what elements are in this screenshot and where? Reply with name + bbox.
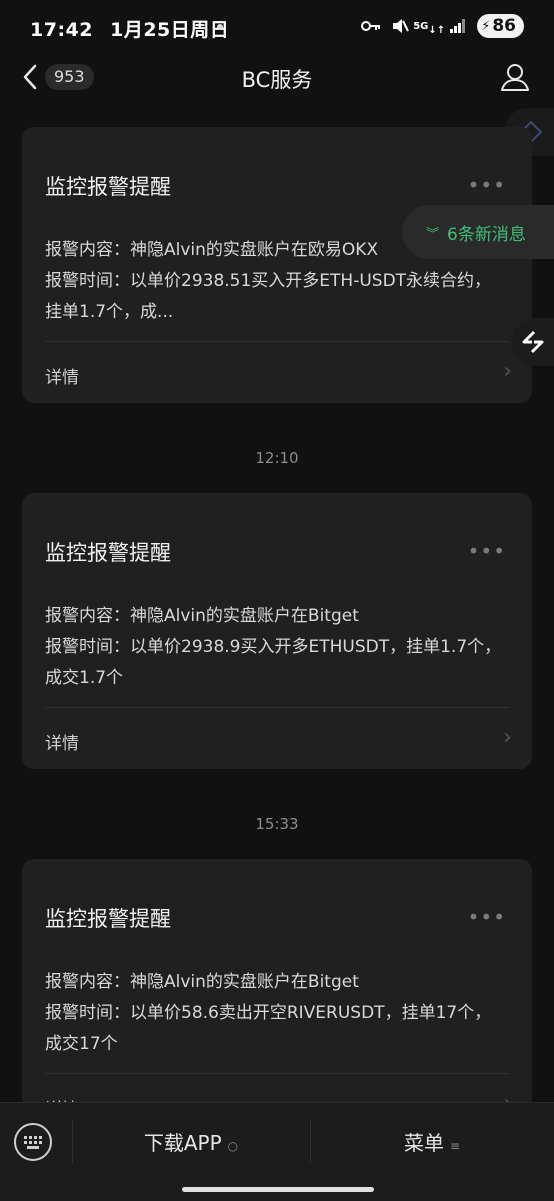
signal-icon xyxy=(448,17,468,35)
message-card[interactable]: 监控报警提醒 ••• 报警内容：神隐Alvin的实盘账户在欧易OKX 报警时间：… xyxy=(22,127,532,403)
list-icon: ≡ xyxy=(449,1139,461,1153)
message-card[interactable]: 监控报警提醒 ••• 报警内容：神隐Alvin的实盘账户在Bitget 报警时间… xyxy=(22,493,532,769)
profile-button[interactable] xyxy=(500,62,530,92)
card-title: 监控报警提醒 xyxy=(45,541,171,565)
alert-content: 报警内容：神隐Alvin的实盘账户在Bitget xyxy=(45,972,359,992)
chevron-right-icon: › xyxy=(503,725,512,750)
new-messages-label: 6条新消息 xyxy=(447,224,526,245)
divider xyxy=(45,341,509,342)
network-label: 5G xyxy=(413,20,429,32)
side-floating-button[interactable] xyxy=(512,318,554,366)
more-icon[interactable]: ••• xyxy=(468,539,506,563)
status-bar: 17:42 1月25日周日 5G ↓↑ ⚡ 86 xyxy=(0,0,554,56)
battery-indicator: ⚡ 86 xyxy=(477,14,524,38)
menu-main-label: 菜单 xyxy=(403,1131,444,1155)
swap-arrows-icon xyxy=(522,330,544,354)
timestamp: 15:33 xyxy=(255,815,299,833)
charging-bolt-icon: ⚡ xyxy=(481,18,491,34)
menu-download-app[interactable]: 下载APP ○ xyxy=(72,1127,310,1156)
notification-dot-icon xyxy=(217,24,223,30)
menu-main[interactable]: 菜单 ≡ xyxy=(310,1127,554,1156)
card-title: 监控报警提醒 xyxy=(45,175,171,199)
details-link[interactable]: 详情 xyxy=(45,363,79,388)
timestamp: 12:10 xyxy=(255,449,299,467)
nav-bar: 953 BC服务 xyxy=(0,56,554,102)
card-body: 报警内容：神隐Alvin的实盘账户在Bitget 报警时间：以单价58.6卖出开… xyxy=(45,967,505,1060)
divider xyxy=(45,1073,509,1074)
bottom-menu-bar: 下载APP ○ 菜单 ≡ xyxy=(0,1102,554,1201)
key-icon xyxy=(361,17,381,35)
system-icons: 5G ↓↑ ⚡ 86 xyxy=(361,14,524,38)
new-messages-button[interactable]: ︾ 6条新消息 xyxy=(402,205,554,259)
alert-content: 报警内容：神隐Alvin的实盘账户在Bitget xyxy=(45,606,359,626)
divider xyxy=(45,707,509,708)
home-indicator[interactable] xyxy=(182,1187,374,1192)
chat-bubble-icon: ○ xyxy=(227,1139,239,1153)
keyboard-toggle-button[interactable] xyxy=(14,1123,52,1161)
keyboard-icon[interactable] xyxy=(16,1125,50,1159)
chevron-right-icon: › xyxy=(503,359,512,384)
alert-time: 报警时间：以单价2938.51买入开多ETH-USDT永续合约，挂单1.7个，成… xyxy=(45,271,492,322)
person-icon[interactable] xyxy=(500,62,530,92)
mute-icon xyxy=(390,17,410,35)
network-5g-icon: 5G ↓↑ xyxy=(413,20,446,36)
menu-download-app-label: 下载APP xyxy=(143,1131,222,1155)
page-title: BC服务 xyxy=(241,68,313,92)
details-link[interactable]: 详情 xyxy=(45,729,79,754)
status-time: 17:42 1月25日周日 xyxy=(30,15,229,42)
message-card[interactable]: 监控报警提醒 ••• 报警内容：神隐Alvin的实盘账户在Bitget 报警时间… xyxy=(22,859,532,1135)
card-body: 报警内容：神隐Alvin的实盘账户在Bitget 报警时间：以单价2938.9买… xyxy=(45,601,505,694)
more-icon[interactable]: ••• xyxy=(468,905,506,929)
battery-level: 86 xyxy=(492,16,516,36)
card-title: 监控报警提醒 xyxy=(45,907,171,931)
clock-text: 17:42 xyxy=(30,19,93,41)
double-chevron-down-icon: ︾ xyxy=(426,226,440,242)
alert-time: 报警时间：以单价2938.9买入开多ETHUSDT，挂单1.7个，成交1.7个 xyxy=(45,637,502,688)
alert-time: 报警时间：以单价58.6卖出开空RIVERUSDT，挂单17个，成交17个 xyxy=(45,1003,492,1054)
date-text: 1月25日周日 xyxy=(110,19,230,41)
more-icon[interactable]: ••• xyxy=(468,173,506,197)
